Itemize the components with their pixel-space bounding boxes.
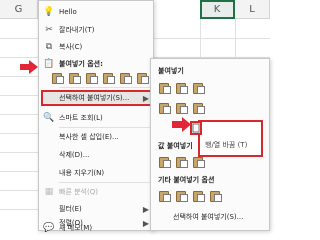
scissors-icon: ✂ bbox=[45, 25, 53, 35]
paste-values-icon[interactable] bbox=[158, 155, 172, 169]
menu-item-label: 스마트 조회(L) bbox=[59, 114, 103, 122]
submenu-section-other: 기타 붙여넣기 옵션 bbox=[158, 176, 215, 184]
paste-keep-source-icon[interactable] bbox=[158, 101, 172, 115]
paste-link-icon[interactable] bbox=[136, 71, 150, 85]
paste-picture-icon[interactable] bbox=[192, 189, 206, 203]
context-menu: 💡 Hello ✂ 잘라내기(T) ⧉ 복사(C) 📋 붙여넣기 옵션: 선택하… bbox=[38, 0, 154, 233]
quick-analysis-icon: ▦ bbox=[44, 187, 54, 197]
menu-item-insert-copied[interactable]: 복사한 셀 삽입(E)... bbox=[39, 128, 153, 146]
paste-link-icon[interactable] bbox=[175, 189, 189, 203]
menu-item-label: 복사(C) bbox=[59, 43, 83, 51]
paste-transpose-icon[interactable] bbox=[102, 71, 116, 85]
chevron-right-icon: ▶ bbox=[142, 204, 149, 214]
menu-item-label: 빠른 분석(Q) bbox=[59, 188, 98, 196]
paste-no-borders-icon[interactable] bbox=[175, 101, 189, 115]
paste-column-widths-icon[interactable] bbox=[192, 101, 206, 115]
paste-formulas-format-icon[interactable] bbox=[192, 81, 206, 95]
lightbulb-icon: 💡 bbox=[43, 7, 55, 17]
menu-item-clear-contents[interactable]: 내용 지우기(N) bbox=[39, 164, 153, 182]
highlight-box bbox=[198, 120, 263, 157]
menu-item-hello[interactable]: 💡 Hello bbox=[39, 3, 153, 21]
menu-item-cut[interactable]: ✂ 잘라내기(T) bbox=[39, 21, 153, 39]
menu-item-label: 잘라내기(T) bbox=[59, 26, 95, 34]
paste-values-number-format-icon[interactable] bbox=[175, 155, 189, 169]
search-icon: 🔍 bbox=[43, 113, 55, 123]
paste-values-row bbox=[158, 155, 206, 169]
menu-item-label: 필터(E) bbox=[59, 205, 82, 213]
tooltip-transpose: 행/열 바꿈 (T) bbox=[205, 141, 248, 149]
menu-item-label: 내용 지우기(N) bbox=[59, 169, 105, 177]
paste-other-row bbox=[158, 189, 223, 203]
arrow-icon bbox=[172, 117, 191, 132]
comment-icon: 💬 bbox=[43, 223, 55, 233]
paste-icons-row-1 bbox=[158, 81, 206, 95]
arrow-icon bbox=[20, 59, 38, 74]
paste-formatting-icon[interactable] bbox=[158, 189, 172, 203]
paste-icons-row-2 bbox=[158, 101, 206, 115]
paste-icon[interactable] bbox=[51, 71, 65, 85]
menu-item-quick-analysis: ▦ 빠른 분석(Q) bbox=[39, 183, 153, 201]
submenu-section-paste: 붙여넣기 bbox=[158, 67, 184, 75]
chevron-right-icon: ▶ bbox=[142, 93, 149, 103]
paste-formatting-icon[interactable] bbox=[119, 71, 133, 85]
column-header-l[interactable]: L bbox=[235, 0, 270, 19]
paste-values-source-format-icon[interactable] bbox=[192, 155, 206, 169]
menu-item-label: 선택하여 붙여넣기(S)... bbox=[59, 94, 130, 102]
menu-item-new-comment[interactable]: 💬 새 메모(M) bbox=[39, 223, 153, 233]
copy-icon: ⧉ bbox=[45, 42, 53, 52]
paste-options-row bbox=[51, 71, 150, 85]
transpose-icon[interactable] bbox=[190, 121, 202, 135]
menu-item-delete[interactable]: 삭제(D)... bbox=[39, 146, 153, 164]
paste-linked-picture-icon[interactable] bbox=[209, 189, 223, 203]
paste-values-icon[interactable] bbox=[68, 71, 82, 85]
menu-item-label: 붙여넣기 옵션: bbox=[59, 60, 103, 68]
menu-item-label: Hello bbox=[59, 8, 77, 16]
paste-special-link[interactable]: 선택하여 붙여넣기(S)... bbox=[173, 212, 243, 222]
menu-item-label: 새 메모(M) bbox=[59, 224, 93, 232]
menu-item-copy[interactable]: ⧉ 복사(C) bbox=[39, 38, 153, 56]
submenu-section-values: 값 붙여넣기 bbox=[158, 142, 193, 150]
menu-item-label: 복사한 셀 삽입(E)... bbox=[59, 133, 119, 141]
menu-separator bbox=[59, 87, 151, 88]
menu-item-label: 삭제(D)... bbox=[59, 151, 90, 159]
selected-cell[interactable] bbox=[200, 0, 235, 19]
paste-formulas-icon[interactable] bbox=[85, 71, 99, 85]
menu-item-paste-special[interactable]: 선택하여 붙여넣기(S)... ▶ bbox=[39, 89, 153, 107]
paste-icon[interactable] bbox=[158, 81, 172, 95]
column-header-g[interactable]: G bbox=[0, 0, 38, 19]
menu-item-smart-lookup[interactable]: 🔍 스마트 조회(L) bbox=[39, 109, 153, 127]
paste-formulas-icon[interactable] bbox=[175, 81, 189, 95]
